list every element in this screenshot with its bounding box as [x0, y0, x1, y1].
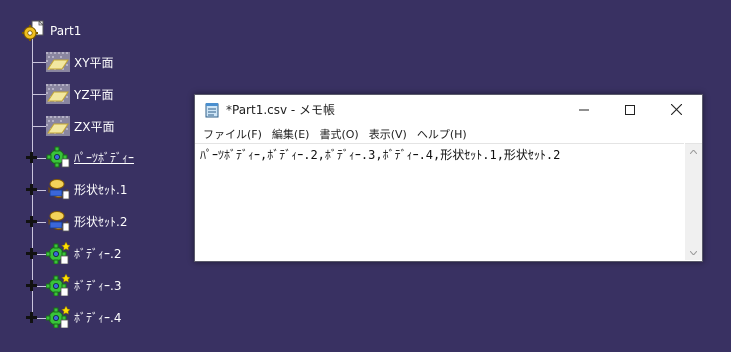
expand-plus-icon[interactable]: [26, 248, 37, 259]
tree-item-label: ZX平面: [74, 119, 115, 134]
plane-icon: [46, 52, 70, 72]
expand-plus-icon[interactable]: [26, 216, 37, 227]
tree-item-label: 形状ｾｯﾄ.1: [74, 182, 128, 197]
tree-item-zx-plane[interactable]: ZX平面: [46, 115, 114, 137]
vertical-scrollbar[interactable]: [685, 143, 702, 260]
tree-branch-line: [32, 94, 46, 95]
tree-item-label: ﾎﾞﾃﾞｨｰ.2: [74, 246, 122, 261]
menu-format[interactable]: 書式(O): [314, 126, 363, 142]
notepad-app-icon: [204, 102, 220, 118]
tree-item-xy-plane[interactable]: XY平面: [46, 51, 114, 73]
tree-branch-line: [32, 62, 46, 63]
close-button[interactable]: [653, 95, 699, 124]
tree-item-label: YZ平面: [74, 87, 114, 102]
title-bar[interactable]: *Part1.csv - メモ帳: [195, 95, 702, 124]
menu-help[interactable]: ヘルプ(H): [412, 126, 472, 142]
body-gear-icon: [45, 273, 71, 297]
plane-icon: [46, 84, 70, 104]
tree-root-label: Part1: [50, 24, 82, 38]
expand-plus-icon[interactable]: [26, 152, 37, 163]
tree-item-body-3[interactable]: ﾎﾞﾃﾞｨｰ.3: [45, 273, 122, 297]
body-gear-icon: [45, 241, 71, 265]
tree-item-label: XY平面: [74, 55, 114, 70]
close-icon: [670, 104, 682, 115]
minimize-button[interactable]: [561, 95, 607, 124]
tree-branch-line: [32, 126, 46, 127]
minimize-icon: [579, 109, 589, 110]
specification-tree: Part1 XY平面 YZ平面 ZX平面 ﾊﾟｰﾂﾎﾞﾃﾞｨｰ 形状ｾｯﾄ.1 …: [0, 0, 190, 352]
scroll-down-icon[interactable]: [685, 245, 702, 260]
tree-item-body-2[interactable]: ﾎﾞﾃﾞｨｰ.2: [45, 241, 122, 265]
expand-plus-icon[interactable]: [26, 312, 37, 323]
part-document-icon: [20, 20, 46, 42]
tree-item-yz-plane[interactable]: YZ平面: [46, 83, 114, 105]
tree-root-part1[interactable]: Part1: [20, 20, 81, 42]
menu-file[interactable]: ファイル(F): [198, 126, 267, 142]
menu-edit[interactable]: 編集(E): [267, 126, 315, 142]
editor-content[interactable]: ﾊﾟｰﾂﾎﾞﾃﾞｨｰ,ﾎﾞﾃﾞｨｰ.2,ﾎﾞﾃﾞｨｰ.3,ﾎﾞﾃﾞｨｰ.4,形状…: [200, 146, 560, 163]
tree-item-body-4[interactable]: ﾎﾞﾃﾞｨｰ.4: [45, 305, 122, 329]
plane-icon: [46, 116, 70, 136]
menu-bar: ファイル(F) 編集(E) 書式(O) 表示(V) ヘルプ(H): [195, 124, 702, 143]
tree-item-label: 形状ｾｯﾄ.2: [74, 214, 128, 229]
maximize-button[interactable]: [607, 95, 653, 124]
geometrical-set-icon: [46, 178, 70, 200]
tree-item-geometrical-set-2[interactable]: 形状ｾｯﾄ.2: [46, 210, 127, 232]
expand-plus-icon[interactable]: [26, 280, 37, 291]
menu-view[interactable]: 表示(V): [364, 126, 412, 142]
body-gear-icon: [45, 305, 71, 329]
maximize-icon: [625, 104, 635, 115]
notepad-window: *Part1.csv - メモ帳 ファイル(F) 編集(E) 書式(O) 表示(…: [194, 94, 703, 262]
tree-item-label: ﾎﾞﾃﾞｨｰ.3: [74, 278, 122, 293]
scroll-up-icon[interactable]: [685, 144, 702, 159]
tree-item-geometrical-set-1[interactable]: 形状ｾｯﾄ.1: [46, 178, 127, 200]
text-editor[interactable]: ﾊﾟｰﾂﾎﾞﾃﾞｨｰ,ﾎﾞﾃﾞｨｰ.2,ﾎﾞﾃﾞｨｰ.3,ﾎﾞﾃﾞｨｰ.4,形状…: [195, 143, 684, 260]
part-body-gear-icon: [46, 146, 70, 168]
tree-item-label: ﾊﾟｰﾂﾎﾞﾃﾞｨｰ: [74, 150, 135, 165]
expand-plus-icon[interactable]: [26, 184, 37, 195]
tree-item-label: ﾎﾞﾃﾞｨｰ.4: [74, 310, 122, 325]
tree-item-part-body[interactable]: ﾊﾟｰﾂﾎﾞﾃﾞｨｰ: [46, 146, 134, 168]
window-title: *Part1.csv - メモ帳: [226, 103, 336, 117]
geometrical-set-icon: [46, 210, 70, 232]
